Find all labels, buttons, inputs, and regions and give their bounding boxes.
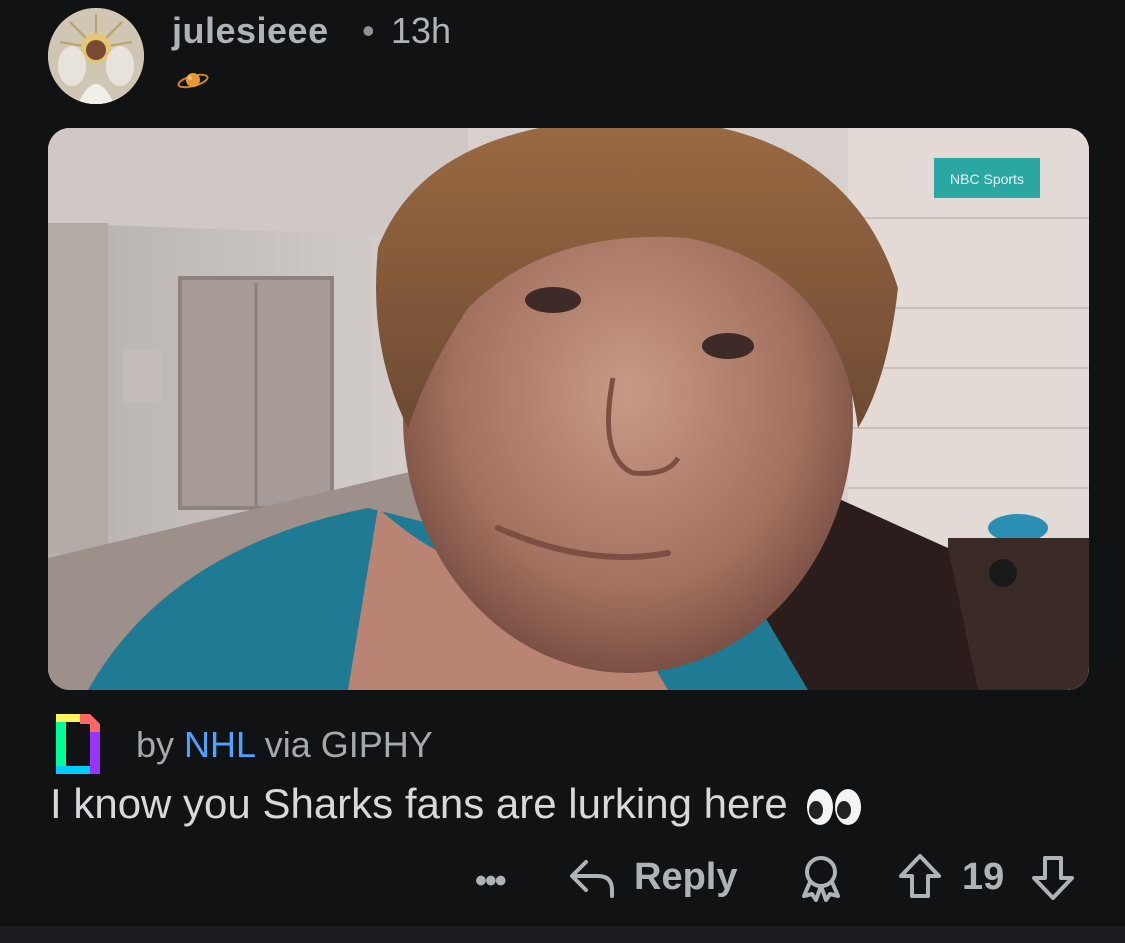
comment-body: I know you Sharks fans are lurking here (50, 780, 863, 828)
bottom-divider (0, 926, 1125, 943)
separator-dot: • (362, 10, 375, 51)
reply-icon[interactable] (568, 856, 616, 900)
gif-media[interactable]: NBC Sports (48, 128, 1089, 690)
giphy-icon (56, 714, 100, 774)
more-options-button[interactable]: ••• (475, 862, 507, 901)
flair-icon (177, 73, 209, 89)
gif-attribution: by NHL via GIPHY (136, 724, 433, 766)
vote-score: 19 (962, 856, 1005, 898)
avatar[interactable] (48, 8, 144, 104)
reply-button[interactable]: Reply (634, 856, 737, 899)
attribution-suffix: via GIPHY (264, 724, 433, 765)
username[interactable]: julesieee (172, 10, 329, 52)
avatar-image (48, 8, 144, 104)
attribution-prefix: by (136, 724, 175, 765)
attribution-author-link[interactable]: NHL (184, 724, 255, 765)
timestamp: 13h (391, 10, 452, 51)
comment-text: I know you Sharks fans are lurking here (50, 780, 788, 827)
upvote-icon[interactable] (897, 852, 943, 900)
gif-image: NBC Sports (48, 128, 1089, 690)
downvote-icon[interactable] (1030, 854, 1076, 902)
watermark-text: NBC Sports (950, 171, 1024, 187)
award-icon[interactable] (798, 854, 844, 902)
eyes-emoji (807, 788, 862, 825)
